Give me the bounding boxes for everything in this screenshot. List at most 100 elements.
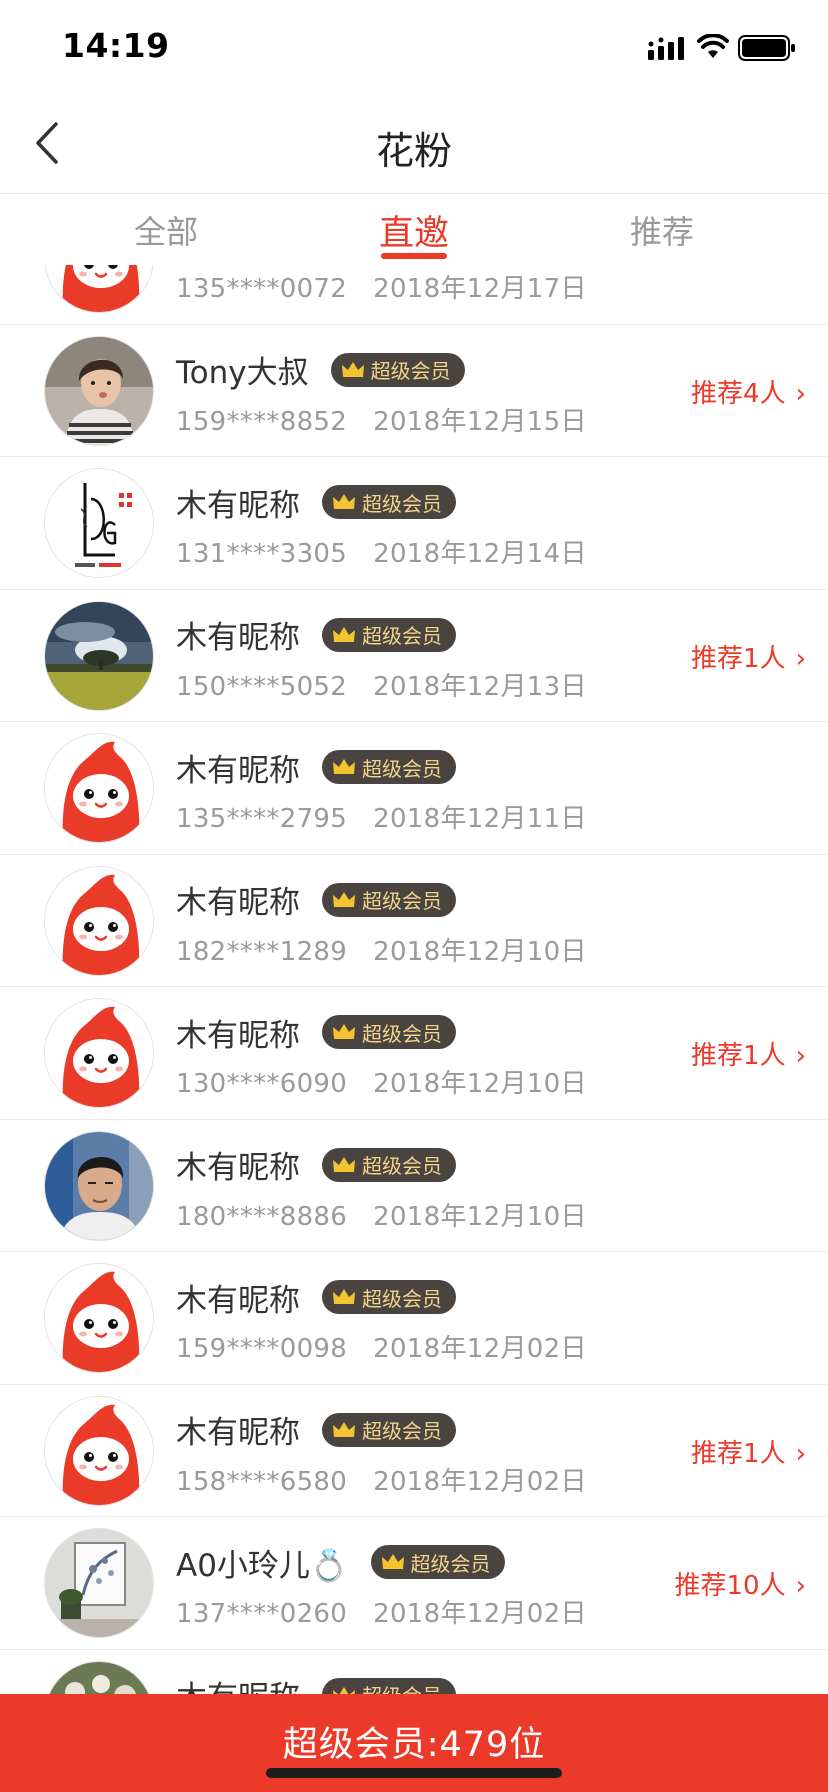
- member-row[interactable]: 木有昵称 超级会员 180****8886 2018年12月10日: [0, 1119, 828, 1252]
- member-name: 木有昵称: [176, 1282, 300, 1319]
- avatar: [44, 1263, 154, 1373]
- member-info: 150****5052 2018年12月13日: [176, 666, 587, 703]
- member-name-line: 木有昵称 超级会员: [176, 481, 456, 524]
- crown-icon: [333, 1289, 355, 1304]
- member-phone: 150****5052: [176, 671, 348, 702]
- badge-label: 超级会员: [410, 1551, 491, 1576]
- super-member-badge: 超级会员: [322, 1280, 456, 1314]
- member-join-date: 2018年12月13日: [373, 671, 587, 702]
- avatar: [44, 1660, 154, 1694]
- avatar: [44, 600, 154, 711]
- member-join-date: 2018年12月15日: [373, 406, 587, 437]
- crown-icon: [333, 759, 355, 774]
- battery-icon: [738, 35, 795, 61]
- recommend-count-link[interactable]: 推荐4人 ›: [691, 373, 806, 410]
- member-name: 木有昵称: [176, 487, 300, 524]
- member-info: 159****8852 2018年12月15日: [176, 401, 587, 438]
- active-tab-indicator: [381, 253, 447, 259]
- recommend-count-link[interactable]: 推荐1人 ›: [691, 1035, 806, 1072]
- member-row[interactable]: 木有昵称 超级会员 159****0098 2018年12月02日: [0, 1252, 828, 1385]
- member-info: 135****2795 2018年12月11日: [176, 798, 587, 835]
- member-phone: 159****8852: [176, 406, 348, 437]
- super-member-badge: 超级会员: [322, 617, 456, 652]
- member-name: 木有昵称: [176, 1672, 300, 1694]
- member-info: 158****6580 2018年12月02日: [176, 1461, 587, 1498]
- member-phone: 159****0098: [176, 1334, 348, 1364]
- member-phone: 131****3305: [176, 539, 348, 569]
- member-join-date: 2018年12月10日: [373, 936, 587, 967]
- member-join-date: 2018年12月02日: [373, 1466, 587, 1497]
- status-bar: 14:19: [0, 0, 828, 92]
- badge-label: 超级会员: [362, 756, 442, 781]
- tab-all[interactable]: 全部: [86, 207, 246, 253]
- member-info: 135****0072 2018年12月17日: [176, 268, 587, 305]
- crown-icon: [333, 1421, 355, 1437]
- recommend-count-link[interactable]: 推荐10人 ›: [675, 1565, 807, 1602]
- member-row[interactable]: 木有昵称 超级会员 135****2795 2018年12月11日: [0, 722, 828, 855]
- member-row[interactable]: 木有昵称 超级会员 131****3305 2018年12月14日: [0, 457, 828, 590]
- member-row[interactable]: 木有昵称 超级会员 158****6580 2018年12月02日 推荐1人 ›: [0, 1384, 828, 1517]
- recommend-count-link[interactable]: 推荐1人 ›: [691, 638, 806, 675]
- tab-direct-invite[interactable]: 直邀: [334, 205, 494, 256]
- crown-icon: [333, 1024, 355, 1039]
- badge-label: 超级会员: [362, 1680, 442, 1694]
- member-phone: 130****6090: [176, 1069, 348, 1099]
- member-join-date: 2018年12月10日: [373, 1201, 587, 1232]
- chevron-right-icon: ›: [795, 1571, 806, 1601]
- member-row[interactable]: Tony大叔 超级会员 159****8852 2018年12月15日 推荐4人 ›: [0, 324, 828, 457]
- member-info: 130****6090 2018年12月10日: [176, 1063, 587, 1100]
- avatar: [44, 1395, 154, 1506]
- super-member-badge: 超级会员: [322, 485, 456, 519]
- member-name: 木有昵称: [176, 885, 300, 921]
- badge-label: 超级会员: [362, 491, 442, 516]
- crown-icon: [333, 626, 355, 642]
- recommend-count: 推荐1人: [691, 643, 786, 674]
- chevron-right-icon: ›: [795, 1041, 806, 1071]
- chevron-right-icon: ›: [795, 378, 806, 409]
- member-list[interactable]: 135****0072 2018年12月17日 Tony大叔 超级会员 159****8…: [0, 246, 828, 1694]
- recommend-count: 推荐4人: [691, 378, 786, 409]
- member-name-line: A0小玲儿💍 超级会员: [176, 1541, 505, 1584]
- member-phone: 182****1289: [176, 936, 348, 967]
- member-row[interactable]: 木有昵称 超级会员 130****6090 2018年12月10日 推荐1人 ›: [0, 987, 828, 1120]
- badge-label: 超级会员: [362, 889, 442, 913]
- crown-icon: [333, 1156, 355, 1172]
- tab-recommend[interactable]: 推荐: [582, 207, 742, 253]
- badge-label: 超级会员: [362, 1021, 442, 1046]
- cellular-signal-icon: [648, 37, 684, 60]
- member-phone: 180****8886: [176, 1201, 348, 1232]
- member-row[interactable]: 木有昵称 超级会员 182****1289 2018年12月10日: [0, 854, 828, 987]
- member-name: 木有昵称: [176, 1150, 300, 1186]
- nav-bar: 花粉: [0, 92, 828, 194]
- crown-icon: [381, 1554, 404, 1569]
- member-phone: 158****6580: [176, 1466, 348, 1497]
- member-name: 木有昵称: [176, 620, 300, 656]
- crown-icon: [333, 494, 355, 509]
- super-member-badge: 超级会员: [322, 1147, 456, 1182]
- avatar: [44, 1528, 154, 1638]
- member-row[interactable]: 木有昵称 超级会员 150****5052 2018年12月13日 推荐1人 ›: [0, 589, 828, 722]
- status-time: 14:19: [62, 26, 170, 65]
- member-info: 182****1289 2018年12月10日: [176, 931, 587, 968]
- member-join-date: 2018年12月17日: [373, 274, 587, 304]
- crown-icon: [333, 891, 355, 907]
- member-name: Tony大叔: [176, 355, 309, 391]
- page-title: 花粉: [375, 129, 452, 173]
- avatar: [44, 733, 154, 843]
- super-member-badge: 超级会员: [322, 882, 456, 917]
- recommend-count-link[interactable]: 推荐1人 ›: [691, 1433, 806, 1470]
- member-info: 131****3305 2018年12月14日: [176, 533, 587, 570]
- badge-label: 超级会员: [362, 1419, 442, 1443]
- member-row[interactable]: 木有昵称 超级会员: [0, 1649, 828, 1694]
- member-info: 180****8886 2018年12月10日: [176, 1196, 587, 1233]
- tab-bar: 全部 直邀 推荐: [0, 195, 828, 265]
- crown-icon: [333, 1686, 355, 1694]
- avatar: [44, 335, 154, 446]
- member-row[interactable]: A0小玲儿💍 超级会员 137****0260 2018年12月02日 推荐10人 ›: [0, 1517, 828, 1650]
- super-member-badge: 超级会员: [330, 352, 465, 387]
- member-name-line: Tony大叔 超级会员: [176, 349, 465, 391]
- recommend-count: 推荐10人: [674, 1571, 786, 1601]
- super-member-badge: 超级会员: [322, 1677, 456, 1694]
- super-member-badge: 超级会员: [322, 1015, 456, 1049]
- recommend-count: 推荐1人: [691, 1438, 786, 1469]
